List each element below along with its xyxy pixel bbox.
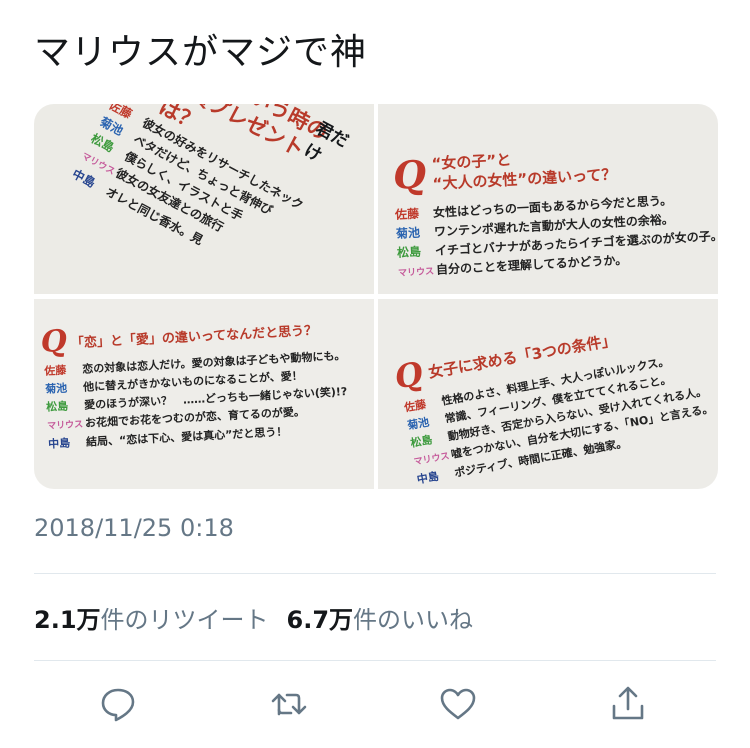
like-stat[interactable]: 6.7万件のいいね — [287, 606, 474, 634]
like-count: 6.7万 — [286, 606, 354, 634]
like-label: 件のいいね — [353, 606, 474, 634]
like-button[interactable] — [434, 680, 482, 728]
photo-2-name-4: マリウス — [397, 266, 435, 279]
photo-3-name-2: 菊池 — [44, 381, 68, 396]
photo-2-name-1: 佐藤 — [394, 206, 420, 222]
photo-2[interactable]: Q “女の子”と “大人の女性”の違いって？ 佐藤 女性はどっちの一面もあるから今… — [378, 104, 718, 294]
photo-3-name-4: マリウス — [46, 419, 84, 432]
tweet-stats: 2.1万件のリツイート 6.7万件のいいね — [34, 600, 473, 635]
photo-2-name-3: 松島 — [396, 244, 422, 260]
photo-4-q-mark: Q — [391, 354, 426, 397]
retweet-label: 件のリツイート — [100, 606, 269, 634]
photo-1[interactable]: ここぞという時の 勝負プレゼントは？ 君だけ 佐藤彼女の好みをリサーチしたネック… — [34, 104, 374, 294]
retweet-stat[interactable]: 2.1万件のリツイート — [34, 606, 269, 634]
tweet-timestamp[interactable]: 2018/11/25 0:18 — [34, 514, 234, 542]
photo-3-name-1: 佐藤 — [43, 363, 67, 378]
photo-2-q-mark: Q — [391, 151, 428, 198]
photo-4-content: Q 女子に求める「3つの条件」 佐藤 性格のよさ、料理上手、大人っぽいルックス。 … — [392, 308, 718, 489]
heart-icon — [440, 688, 476, 720]
share-button[interactable] — [604, 680, 652, 728]
divider-top — [34, 573, 716, 574]
photo-2-content: Q “女の子”と “大人の女性”の違いって？ 佐藤 女性はどっちの一面もあるから今… — [392, 139, 718, 284]
photo-3-title: 「恋」と「愛」の違いってなんだと思う？ — [70, 323, 318, 351]
media-grid[interactable]: ここぞという時の 勝負プレゼントは？ 君だけ 佐藤彼女の好みをリサーチしたネック… — [34, 104, 718, 489]
photo-4[interactable]: Q 女子に求める「3つの条件」 佐藤 性格のよさ、料理上手、大人っぽいルックス。 … — [378, 299, 718, 489]
share-icon — [612, 686, 644, 720]
tweet-text: マリウスがマジで神 — [34, 32, 368, 73]
photo-3-q-mark: Q — [39, 323, 68, 360]
divider-bottom — [34, 660, 716, 661]
retweet-count: 2.1万 — [34, 606, 101, 634]
retweet-icon — [271, 693, 307, 716]
retweet-button[interactable] — [265, 680, 313, 728]
reply-button[interactable] — [94, 680, 142, 728]
reply-icon — [101, 688, 135, 722]
photo-3[interactable]: Q 「恋」と「愛」の違いってなんだと思う？ 佐藤 恋の対象は恋人だけ。愛の対象は子… — [34, 299, 374, 489]
photo-2-name-2: 菊池 — [395, 225, 421, 241]
photo-3-name-5: 中島 — [47, 436, 71, 451]
photo-3-name-3: 松島 — [45, 399, 69, 414]
photo-3-content: Q 「恋」と「愛」の違いってなんだと思う？ 佐藤 恋の対象は恋人だけ。愛の対象は子… — [40, 311, 350, 454]
action-bar — [0, 680, 750, 728]
